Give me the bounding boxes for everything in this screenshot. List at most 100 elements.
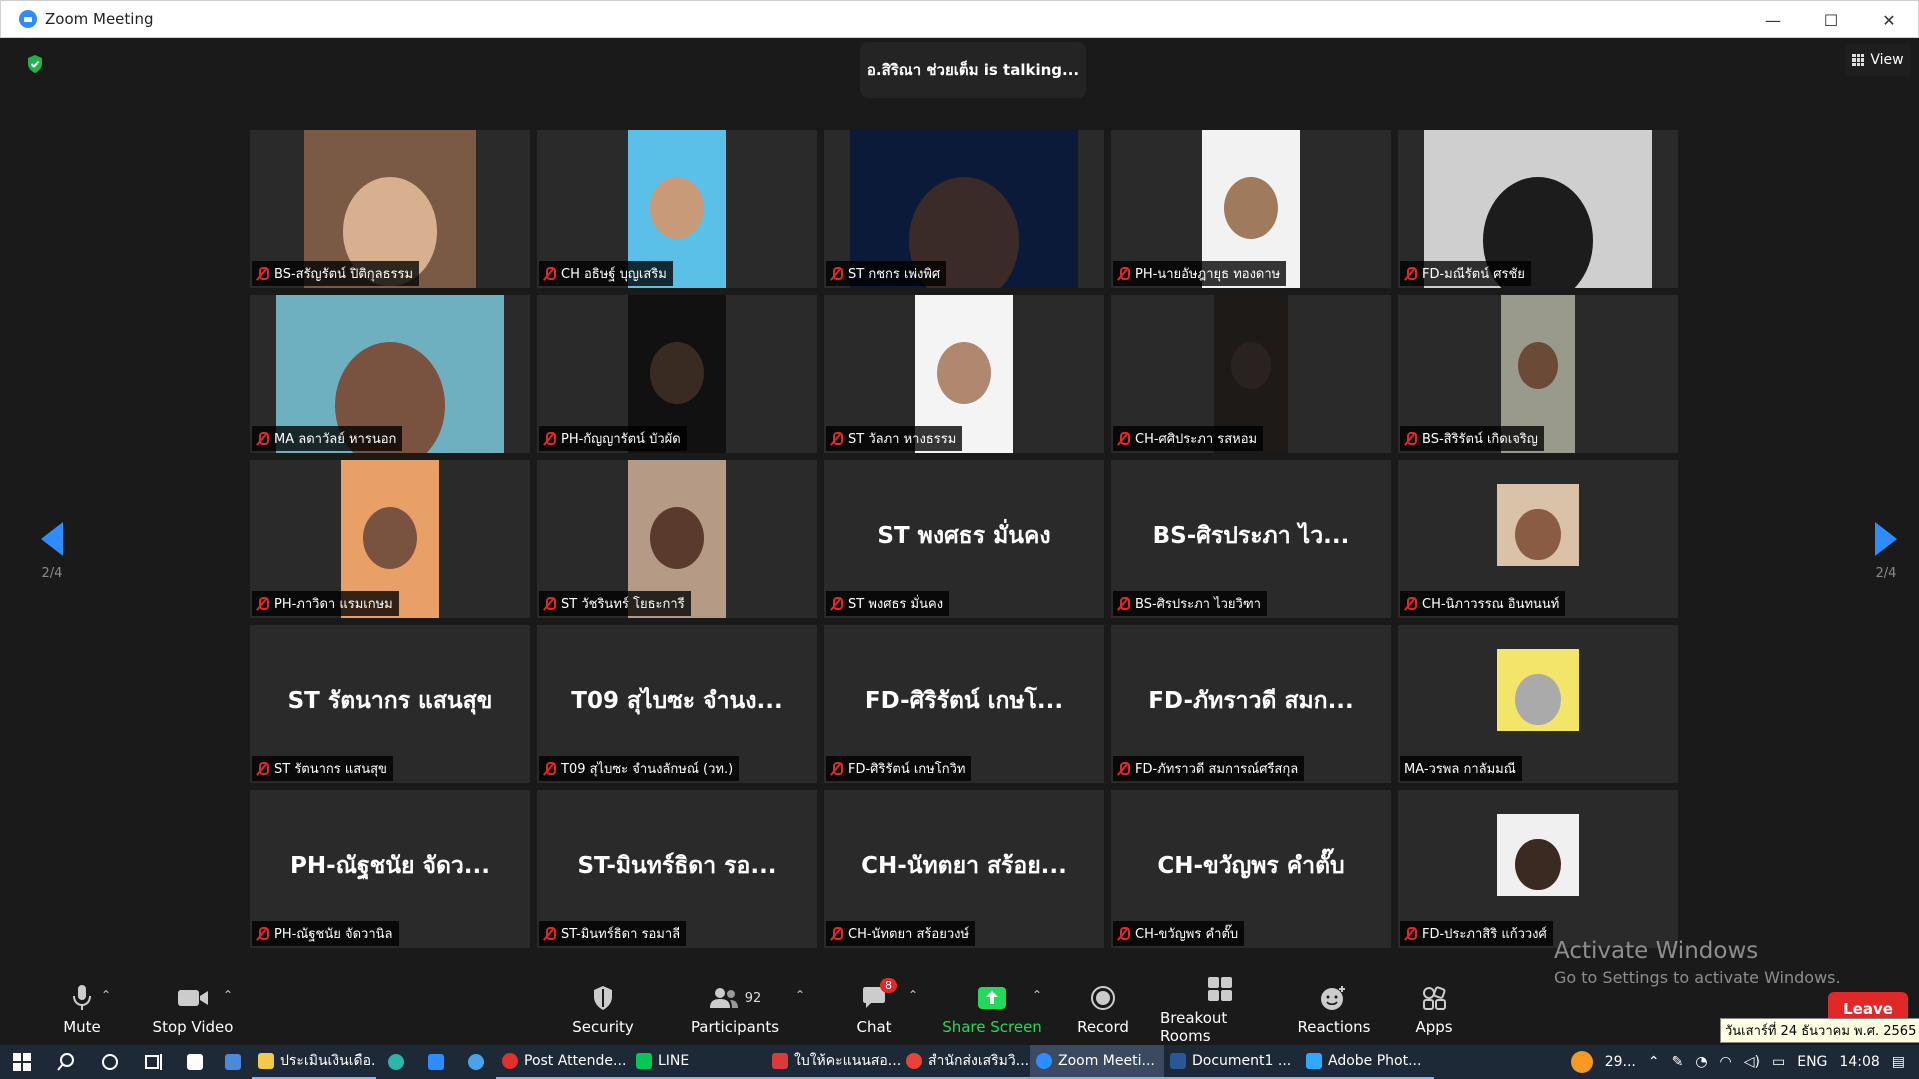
display-icon[interactable]: ▭: [1772, 1054, 1785, 1070]
reactions-label: Reactions: [1297, 1018, 1371, 1036]
taskbar-item-1[interactable]: Post Attende...: [496, 1045, 630, 1079]
notification-icon[interactable]: ▤: [1892, 1054, 1905, 1070]
mic-muted-icon: [543, 761, 556, 776]
search-taskbar-button[interactable]: [44, 1045, 88, 1079]
chat-options-caret[interactable]: ⌃: [905, 975, 921, 1015]
participant-tile[interactable]: BS-สิริรัตน์ เกิดเจริญ: [1398, 295, 1678, 453]
participant-tile[interactable]: ST วัลภา หางธรรม: [824, 295, 1104, 453]
mic-muted-icon: [830, 926, 843, 941]
wifi-icon[interactable]: ◠: [1720, 1054, 1732, 1070]
participant-tile[interactable]: ST พงศธร มั่นคง ST พงศธร มั่นคง: [824, 460, 1104, 618]
participant-tile[interactable]: MA-วรพล กาลัมมณี: [1398, 625, 1678, 783]
record-button[interactable]: Record: [1072, 975, 1134, 1045]
record-icon: [1090, 984, 1116, 1012]
cortana-button[interactable]: [88, 1045, 132, 1079]
mic-muted-icon: [1404, 266, 1417, 281]
participant-tile[interactable]: ST วัชรินทร์ โยธะการี: [537, 460, 817, 618]
edge-icon: [388, 1054, 404, 1070]
previous-page-button[interactable]: 2/4: [32, 522, 72, 602]
grid-view-icon: [1852, 54, 1865, 66]
apps-button[interactable]: Apps: [1406, 975, 1462, 1045]
encryption-shield-icon[interactable]: [26, 54, 44, 74]
participant-tile[interactable]: CH-นิภาวรรณ อินทนนท์: [1398, 460, 1678, 618]
participant-tile[interactable]: ST-มินทร์ธิดา รอ... ST-มินทร์ธิดา รอมาลี: [537, 790, 817, 948]
participant-tile[interactable]: T09 สุไบซะ จำนง... T09 สุไบซะ จำนงลักษณ์ …: [537, 625, 817, 783]
minimize-button[interactable]: —: [1744, 1, 1802, 39]
taskbar-item-6[interactable]: Document1 ...: [1164, 1045, 1300, 1079]
clock-time[interactable]: 14:08: [1839, 1054, 1879, 1070]
chat-button[interactable]: 8 Chat: [844, 975, 904, 1045]
mic-muted-icon: [1117, 431, 1130, 446]
security-label: Security: [572, 1018, 634, 1036]
participant-tile[interactable]: PH-ภาวิดา แรมเกษม: [250, 460, 530, 618]
breakout-rooms-button[interactable]: Breakout Rooms: [1160, 975, 1280, 1045]
participant-name-tag: CH อธิษฐ์ บุญเสริม: [539, 261, 673, 286]
vscode-icon: [428, 1054, 444, 1070]
zoom-icon: [1036, 1053, 1052, 1069]
participant-name: BS-ศิรประภา ไวยวิฑา: [1135, 597, 1261, 612]
next-page-button[interactable]: 2/4: [1866, 522, 1906, 602]
view-button[interactable]: View: [1845, 44, 1911, 76]
share-options-caret[interactable]: ⌃: [1029, 975, 1045, 1015]
participant-name: CH-ขวัญพร คำตั๊บ: [1135, 927, 1239, 942]
participant-face: [363, 507, 417, 570]
participant-tile[interactable]: FD-ประภาสิริ แก้ววงศ์: [1398, 790, 1678, 948]
close-button[interactable]: ✕: [1860, 1, 1918, 39]
participant-name-tag: FD-ศิริรัตน์ เกษโกวิท: [826, 756, 972, 781]
maximize-button[interactable]: ☐: [1802, 1, 1860, 39]
taskbar-vscode[interactable]: [416, 1045, 456, 1079]
participant-tile[interactable]: CH-ขวัญพร คำตั๊บ CH-ขวัญพร คำตั๊บ: [1111, 790, 1391, 948]
taskbar-item-2[interactable]: LINE: [630, 1045, 766, 1079]
participant-face: [1224, 177, 1278, 240]
input-language[interactable]: ENG: [1797, 1054, 1827, 1070]
mute-options-caret[interactable]: ⌃: [98, 975, 114, 1015]
participant-video: [1497, 649, 1579, 731]
participant-gallery: BS-สรัญรัตน์ ปิติกุลธรรม CH อธิษฐ์ บุญเสร…: [250, 130, 1678, 948]
participant-tile[interactable]: PH-กัญญารัตน์ บัวผัด: [537, 295, 817, 453]
participant-tile[interactable]: BS-ศิรประภา ไว... BS-ศิรประภา ไวยวิฑา: [1111, 460, 1391, 618]
participant-tile[interactable]: BS-สรัญรัตน์ ปิติกุลธรรม: [250, 130, 530, 288]
participant-tile[interactable]: FD-ภัทราวดี สมก... FD-ภัทราวดี สมการณ์ศรี…: [1111, 625, 1391, 783]
ie-icon: [468, 1054, 484, 1070]
chevron-up-icon[interactable]: ⌃: [1648, 1054, 1660, 1070]
start-button[interactable]: [0, 1045, 44, 1079]
participant-name-tag: CH-นัทตยา สร้อยวงษ์: [826, 921, 976, 946]
security-button[interactable]: Security: [568, 975, 638, 1045]
participant-tile[interactable]: CH-นัทตยา สร้อย... CH-นัทตยา สร้อยวงษ์: [824, 790, 1104, 948]
weather-icon[interactable]: [1570, 1051, 1593, 1073]
taskbar-item-3[interactable]: ใบให้คะแนนสอ...: [766, 1045, 900, 1079]
microphone-icon: [71, 984, 93, 1012]
participant-tile[interactable]: FD-มณีรัตน์ ศรชัย: [1398, 130, 1678, 288]
network-icon[interactable]: ◔: [1695, 1054, 1707, 1070]
participant-tile[interactable]: CH อธิษฐ์ บุญเสริม: [537, 130, 817, 288]
participant-tile[interactable]: MA ลดาวัลย์ หารนอก: [250, 295, 530, 453]
taskbar-ie[interactable]: [456, 1045, 496, 1079]
participant-name-tag: FD-ประภาสิริ แก้ววงศ์: [1400, 921, 1553, 946]
participant-tile[interactable]: PH-นายอัษฎายุธ ทองดาษ: [1111, 130, 1391, 288]
mic-muted-icon: [1404, 431, 1417, 446]
taskbar-item-4[interactable]: สำนักส่งเสริมวิ...: [900, 1045, 1030, 1079]
participant-name: ST วัชรินทร์ โยธะการี: [561, 597, 685, 612]
mic-muted-icon: [1117, 596, 1130, 611]
apps-icon: [1421, 984, 1447, 1012]
weather-temp[interactable]: 29...: [1605, 1054, 1636, 1070]
mute-label: Mute: [63, 1018, 101, 1036]
reactions-button[interactable]: Reactions: [1292, 975, 1376, 1045]
participant-tile[interactable]: ST กชกร เพ่งพิศ: [824, 130, 1104, 288]
volume-icon[interactable]: ◁): [1744, 1054, 1760, 1070]
participant-tile[interactable]: FD-ศิริรัตน์ เกษโ... FD-ศิริรัตน์ เกษโกวิ…: [824, 625, 1104, 783]
pen-icon[interactable]: ✎: [1672, 1054, 1684, 1070]
taskbar-file-app[interactable]: [176, 1045, 214, 1079]
participants-options-caret[interactable]: ⌃: [792, 975, 808, 1015]
video-options-caret[interactable]: ⌃: [220, 975, 236, 1015]
taskbar-edge[interactable]: [376, 1045, 416, 1079]
taskbar-item-7[interactable]: Adobe Phot...: [1300, 1045, 1434, 1079]
participant-tile[interactable]: ST รัตนากร แสนสุข ST รัตนากร แสนสุข: [250, 625, 530, 783]
taskbar-item-5[interactable]: Zoom Meeti...: [1030, 1045, 1164, 1079]
task-view-button[interactable]: [132, 1045, 176, 1079]
participant-tile[interactable]: PH-ณัฐชนัย จัดว... PH-ณัฐชนัย จัดวานิล: [250, 790, 530, 948]
taskbar-item-0[interactable]: ประเมินเงินเดือ...: [252, 1045, 376, 1079]
taskbar-news-app[interactable]: [214, 1045, 252, 1079]
participants-button[interactable]: 92 Participants: [688, 975, 782, 1045]
participant-tile[interactable]: CH-ศศิประภา รสหอม: [1111, 295, 1391, 453]
